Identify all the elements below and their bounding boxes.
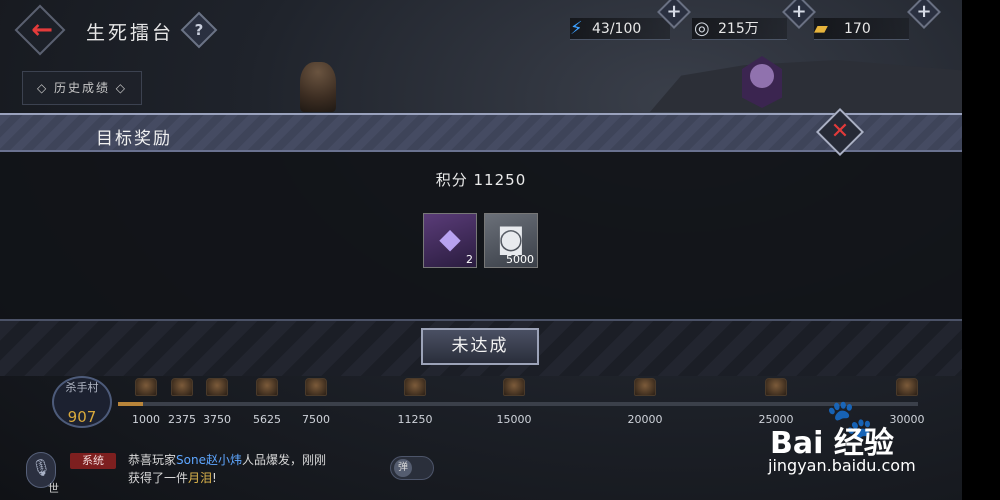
rank-label: 杀手村 (65, 381, 99, 394)
milestone-chest-icon[interactable] (503, 378, 525, 396)
milestone-chest-icon[interactable] (171, 378, 193, 396)
question-icon[interactable]: ? (186, 17, 212, 43)
page-title: 生死擂台 (86, 22, 175, 44)
watermark-url: jingyan.baidu.com (768, 456, 916, 475)
chat-text: 恭喜玩家 (128, 453, 177, 467)
milestone-chest-icon[interactable] (634, 378, 656, 396)
milestone-chest-icon[interactable] (896, 378, 918, 396)
reward-item-silver-coin[interactable]: ◙ 5000 (484, 213, 538, 268)
milestone-label: 20000 (627, 413, 663, 426)
chat-message-line1: 恭喜玩家Sone赵小炜人品爆发，刚刚 (128, 451, 326, 468)
history-results-button[interactable]: ◇ 历史成绩 ◇ (22, 71, 142, 105)
ingots-value: 170 (844, 21, 871, 37)
milestone-label: 1000 (132, 413, 160, 426)
crystal-icon: ◆ (439, 222, 461, 255)
ingots-resource: ▰ 170 (814, 16, 914, 42)
reward-count: 2 (466, 253, 473, 266)
score-text: 积分 11250 (435, 171, 527, 189)
plus-icon[interactable]: + (662, 0, 686, 24)
progress-fill (118, 402, 144, 406)
system-tag: 系统 (70, 453, 116, 469)
milestone-chest-icon[interactable] (135, 378, 157, 396)
target-reward-modal: 目标奖励 ✕ 积分 11250 ◆ 2 ◙ 5000 未达成 (0, 107, 962, 376)
barrage-toggle-knob[interactable]: 弹 (394, 459, 412, 477)
silver-coin-icon: ◙ (497, 222, 525, 255)
not-achieved-button[interactable]: 未达成 (421, 328, 539, 365)
milestone-label: 30000 (889, 413, 925, 426)
rank-value: 907 (67, 408, 97, 426)
reward-item-crystal[interactable]: ◆ 2 (423, 213, 477, 268)
milestone-label: 2375 (168, 413, 196, 426)
milestone-chest-icon[interactable] (305, 378, 327, 396)
milestone-label: 15000 (496, 413, 532, 426)
background-rock (650, 60, 962, 112)
milestone-chest-icon[interactable] (256, 378, 278, 396)
coins-value: 215万 (718, 21, 759, 37)
milestone-label: 11250 (397, 413, 433, 426)
emblem-face-icon (750, 64, 774, 88)
milestone-chest-icon[interactable] (404, 378, 426, 396)
reward-count: 5000 (506, 253, 534, 266)
milestone-label: 7500 (302, 413, 330, 426)
progress-track (118, 402, 918, 406)
item-name-link[interactable]: 月泪 (188, 471, 212, 485)
player-name-link[interactable]: Sone赵小炜 (176, 453, 242, 467)
chat-text: ! (212, 471, 217, 485)
chat-text: 获得了一件 (128, 471, 189, 485)
character-silhouette (300, 62, 336, 112)
lightning-icon: ⚡ (570, 18, 583, 39)
energy-value: 43/100 (592, 21, 642, 37)
milestone-label: 5625 (253, 413, 281, 426)
microphone-icon[interactable]: 🎙 (26, 458, 56, 477)
world-channel-label: 世 (48, 482, 59, 495)
plus-icon[interactable]: + (787, 0, 811, 24)
chat-text: 人品爆发，刚刚 (241, 453, 326, 467)
plus-icon[interactable]: + (912, 0, 936, 24)
milestone-label: 3750 (203, 413, 231, 426)
coins-resource: ◎ 215万 (692, 16, 792, 42)
back-arrow-icon[interactable]: ← (28, 14, 56, 46)
milestone-chest-icon[interactable] (206, 378, 228, 396)
coin-icon: ◎ (694, 18, 710, 39)
milestone-chest-icon[interactable] (765, 378, 787, 396)
gold-ingot-icon: ▰ (814, 18, 828, 39)
screen-edge (962, 0, 1000, 500)
close-icon[interactable]: ✕ (823, 115, 857, 149)
modal-title: 目标奖励 (96, 129, 172, 149)
chat-message-line2: 获得了一件月泪! (128, 469, 217, 486)
